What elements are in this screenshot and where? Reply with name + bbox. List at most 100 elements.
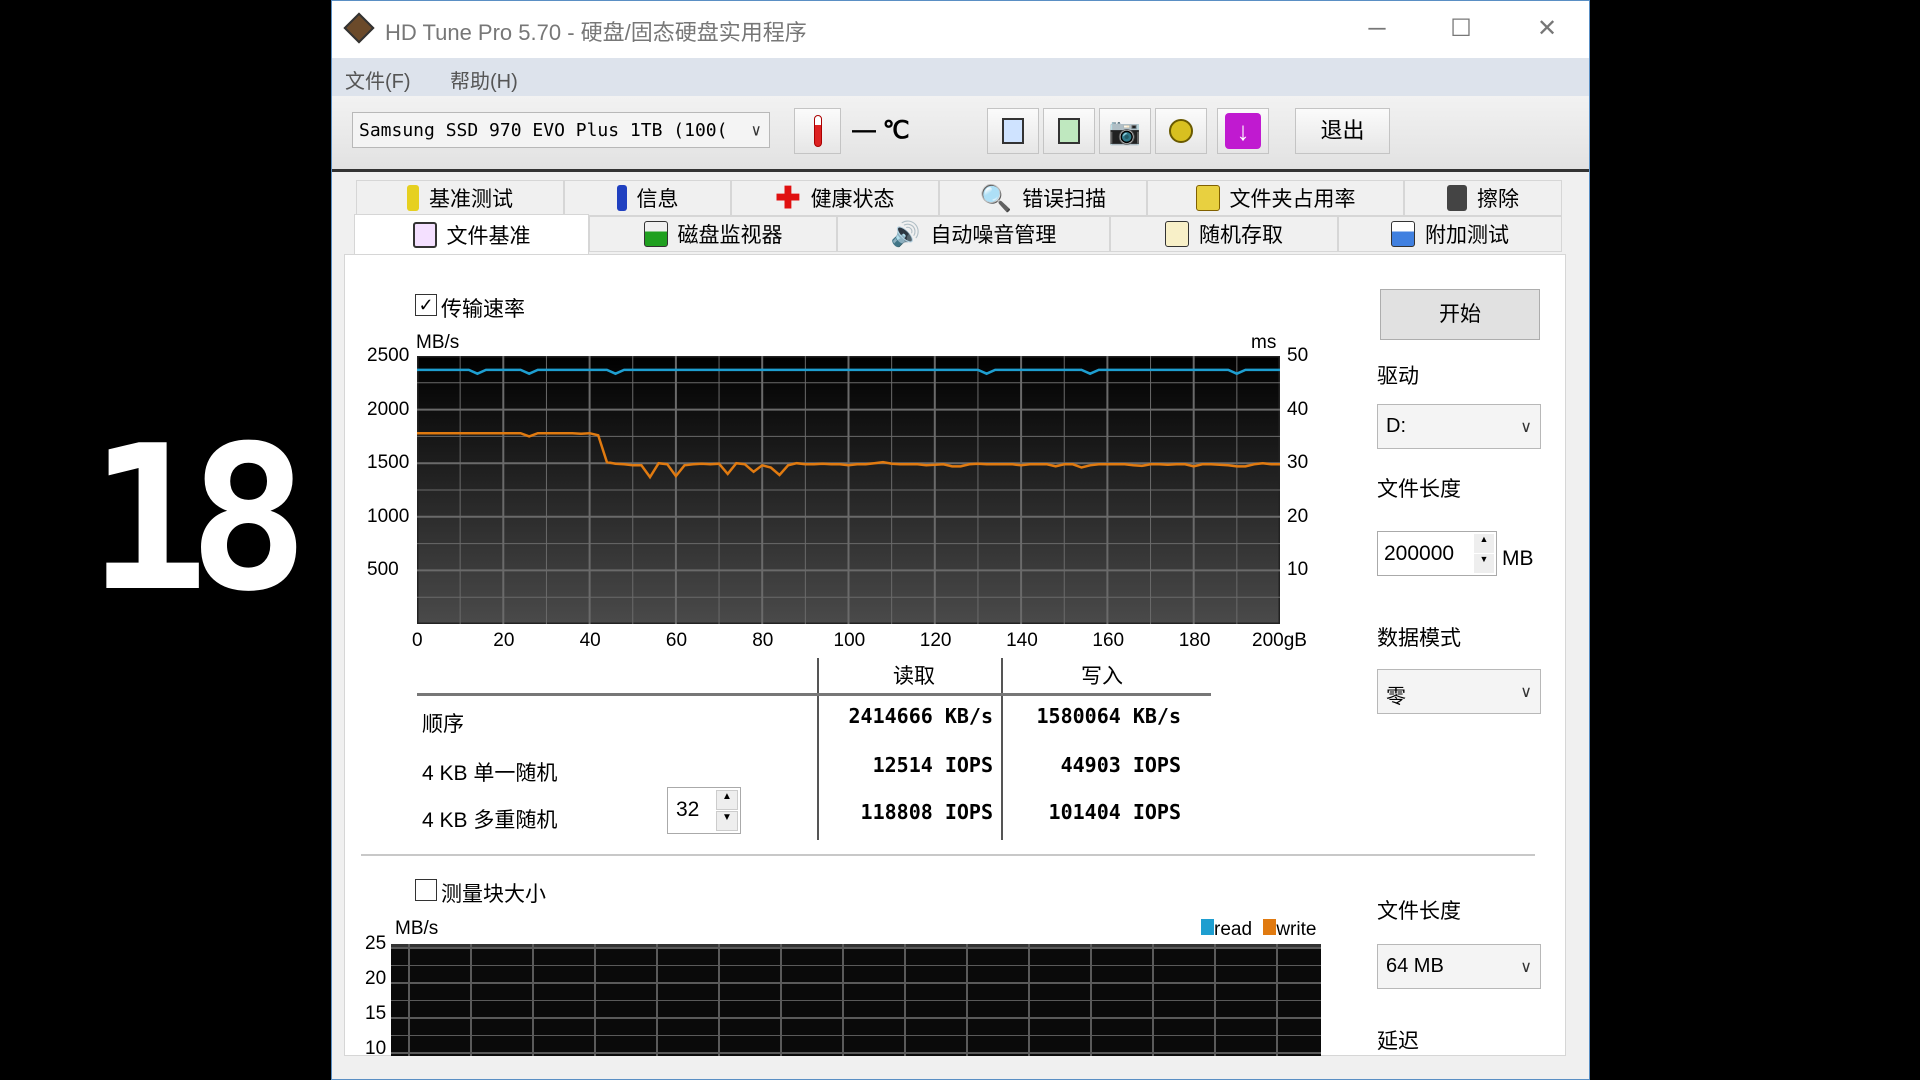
extra-tests-icon [1391,221,1415,247]
write-value: 44903 IOPS [845,753,1181,777]
thermometer-icon [814,115,822,147]
spin-down-icon[interactable]: ▼ [716,811,738,831]
drive-select[interactable]: Samsung SSD 970 EVO Plus 1TB (100( ∨ [352,112,770,148]
write-value: 1580064 KB/s [845,704,1181,728]
file-benchmark-icon [413,222,437,248]
info-icon [617,185,627,211]
y-tick-label: 1000 [367,506,409,528]
block-chart-unit: MB/s [395,918,438,940]
legend-write-label: write [1276,919,1316,940]
section-separator [361,854,1535,856]
tab-label: 错误扫描 [1022,183,1106,213]
x-tick-label: 180 [1179,630,1211,652]
tab-random-access[interactable]: 随机存取 [1110,216,1338,252]
chevron-down-icon: ∨ [1520,957,1532,977]
file-benchmark-panel: ✓ 传输速率 MB/s ms 读取 写入 顺序2414666 KB/s15800… [344,254,1566,1056]
monitor-chart-icon [644,221,668,247]
options-button[interactable] [1155,108,1207,154]
data-mode-value: 零 [1386,686,1406,708]
data-mode-select[interactable]: 零∨ [1377,669,1541,714]
chevron-down-icon: ∨ [751,121,761,140]
download-icon: ↓ [1225,113,1261,149]
y2-tick-label: 40 [1287,399,1308,421]
tab-aam[interactable]: 🔊自动噪音管理 [837,216,1110,252]
camera-icon: 📷 [1109,116,1141,146]
row-label: 顺序 [422,708,464,738]
tab-extra-tests[interactable]: 附加测试 [1338,216,1562,252]
tab-label: 附加测试 [1425,219,1509,249]
tab-error-scan[interactable]: 🔍错误扫描 [939,180,1147,216]
y-tick-label: 2000 [367,399,409,421]
x-tick-label: 100 [834,630,866,652]
drive-select-value: Samsung SSD 970 EVO Plus 1TB (100( [359,120,727,141]
y-axis-unit: MB/s [416,332,459,354]
chevron-down-icon: ∨ [1520,682,1532,702]
x-tick-label: 200gB [1252,630,1307,652]
y-tick-label: 15 [365,1003,386,1025]
temperature-readout: — ℃ [852,116,910,145]
spin-up-icon[interactable]: ▲ [716,790,738,810]
block-file-length-select[interactable]: 64 MB∨ [1377,944,1541,989]
tab-disk-monitor[interactable]: 磁盘监视器 [589,216,837,252]
maximize-button[interactable]: ☐ [1436,11,1486,47]
row-label: 4 KB 多重随机 [422,804,557,834]
screenshot-button[interactable]: 📷 [1099,108,1151,154]
file-length2-label: 文件长度 [1377,895,1461,925]
y2-tick-label: 10 [1287,559,1308,581]
copy-all-button[interactable] [1043,108,1095,154]
block-chart-legend: read write [1201,919,1316,941]
y-tick-label: 10 [365,1038,386,1060]
spin-up-icon[interactable]: ▲ [1474,534,1494,553]
tab-folder-usage[interactable]: 文件夹占用率 [1147,180,1404,216]
transfer-rate-checkbox[interactable]: ✓ [415,294,437,316]
health-cross-icon: ✚ [775,181,800,216]
y-tick-label: 2500 [367,345,409,367]
temperature-button[interactable] [794,108,841,154]
drive-letter-value: D: [1386,415,1406,437]
copy-info-button[interactable] [987,108,1039,154]
y-tick-label: 1500 [367,452,409,474]
y2-tick-label: 50 [1287,345,1308,367]
toolbar: Samsung SSD 970 EVO Plus 1TB (100( ∨ — ℃… [332,96,1589,172]
header-write: 写入 [1081,660,1123,690]
exit-button[interactable]: 退出 [1295,108,1390,154]
tab-info[interactable]: 信息 [564,180,731,216]
menu-help[interactable]: 帮助(H) [450,65,518,94]
tab-label: 基准测试 [429,183,513,213]
spin-down-icon[interactable]: ▼ [1474,554,1494,573]
queue-depth-spinner[interactable]: 32 ▲ ▼ [667,787,741,834]
minimize-button[interactable]: ─ [1352,11,1402,47]
tab-health[interactable]: ✚ 健康状态 [731,180,939,216]
menu-bar: 文件(F) 帮助(H) [332,58,1589,96]
x-tick-label: 120 [920,630,952,652]
tab-file-benchmark[interactable]: 文件基准 [354,214,589,254]
start-button[interactable]: 开始 [1380,289,1540,340]
save-button[interactable]: ↓ [1217,108,1269,154]
menu-file[interactable]: 文件(F) [345,65,411,94]
file-length-value: 200000 [1384,542,1454,566]
drive-letter-select[interactable]: D:∨ [1377,404,1541,449]
tab-label: 自动噪音管理 [930,219,1056,249]
x-tick-label: 20 [493,630,514,652]
queue-depth-value: 32 [676,798,699,822]
block-size-checkbox[interactable] [415,879,437,901]
plot-top-border [391,944,1321,947]
y2-tick-label: 30 [1287,452,1308,474]
x-tick-label: 140 [1006,630,1038,652]
file-length-input[interactable]: 200000 ▲ ▼ [1377,531,1497,576]
y-tick-label: 25 [365,933,386,955]
legend-read-label: read [1214,919,1252,940]
row-label: 4 KB 单一随机 [422,757,557,787]
lightbulb-icon [407,185,419,211]
file-length-unit: MB [1502,547,1534,571]
close-button[interactable]: ✕ [1522,11,1572,47]
y-tick-label: 500 [367,559,399,581]
tab-label: 文件夹占用率 [1230,183,1356,213]
app-window: HD Tune Pro 5.70 - 硬盘/固态硬盘实用程序 ─ ☐ ✕ 文件(… [331,0,1590,1080]
tab-erase[interactable]: 擦除 [1404,180,1562,216]
tab-benchmark[interactable]: 基准测试 [356,180,564,216]
x-tick-label: 80 [752,630,773,652]
tab-label: 磁盘监视器 [678,219,783,249]
copy-all-icon [1058,118,1080,144]
tab-label: 健康状态 [811,183,895,213]
